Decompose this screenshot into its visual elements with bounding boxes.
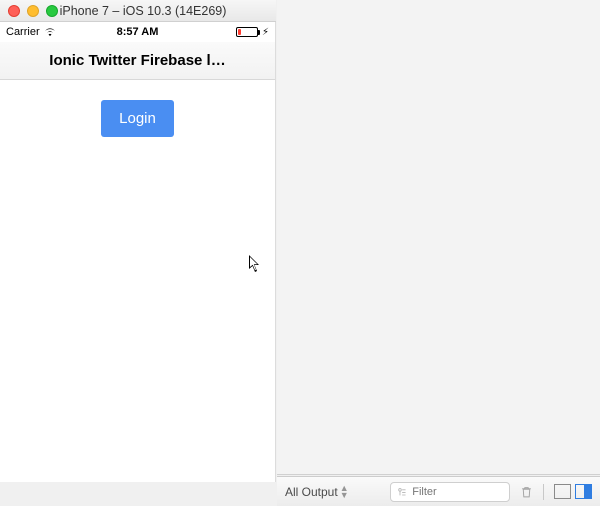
left-pane-toggle-icon[interactable]	[554, 484, 571, 499]
output-scope-selector[interactable]: All Output ▲▼	[285, 485, 349, 499]
bolt-icon: ⚡︎	[262, 27, 269, 38]
split-pane-toggles	[554, 484, 592, 499]
xcode-console-toolbar: All Output ▲▼	[277, 476, 600, 506]
filter-icon	[397, 486, 407, 498]
output-scope-label: All Output	[285, 485, 338, 499]
toolbar-divider	[543, 484, 544, 500]
login-button[interactable]: Login	[101, 100, 174, 137]
console-filter-field[interactable]	[390, 482, 510, 502]
xcode-console-output	[277, 0, 600, 475]
close-window-button[interactable]	[8, 5, 20, 17]
chevron-updown-icon: ▲▼	[340, 485, 349, 499]
clock-label: 8:57 AM	[94, 26, 182, 38]
simulator-viewport: Carrier 8:57 AM ⚡︎ Ionic Twitter Firebas…	[0, 22, 276, 482]
traffic-lights	[0, 5, 58, 17]
trash-icon[interactable]	[520, 485, 533, 499]
window-title: iPhone 7 – iOS 10.3 (14E269)	[58, 4, 276, 18]
app-content: Login	[0, 80, 275, 482]
ios-status-bar: Carrier 8:57 AM ⚡︎	[0, 22, 275, 42]
minimize-window-button[interactable]	[27, 5, 39, 17]
app-navbar: Ionic Twitter Firebase l…	[0, 42, 275, 80]
right-pane-toggle-icon[interactable]	[575, 484, 592, 499]
window-titlebar: iPhone 7 – iOS 10.3 (14E269)	[0, 0, 276, 22]
console-filter-input[interactable]	[412, 486, 503, 498]
app-title: Ionic Twitter Firebase l…	[49, 52, 225, 69]
battery-icon	[236, 27, 258, 37]
zoom-window-button[interactable]	[46, 5, 58, 17]
carrier-label: Carrier	[6, 26, 40, 38]
wifi-icon	[44, 26, 56, 38]
